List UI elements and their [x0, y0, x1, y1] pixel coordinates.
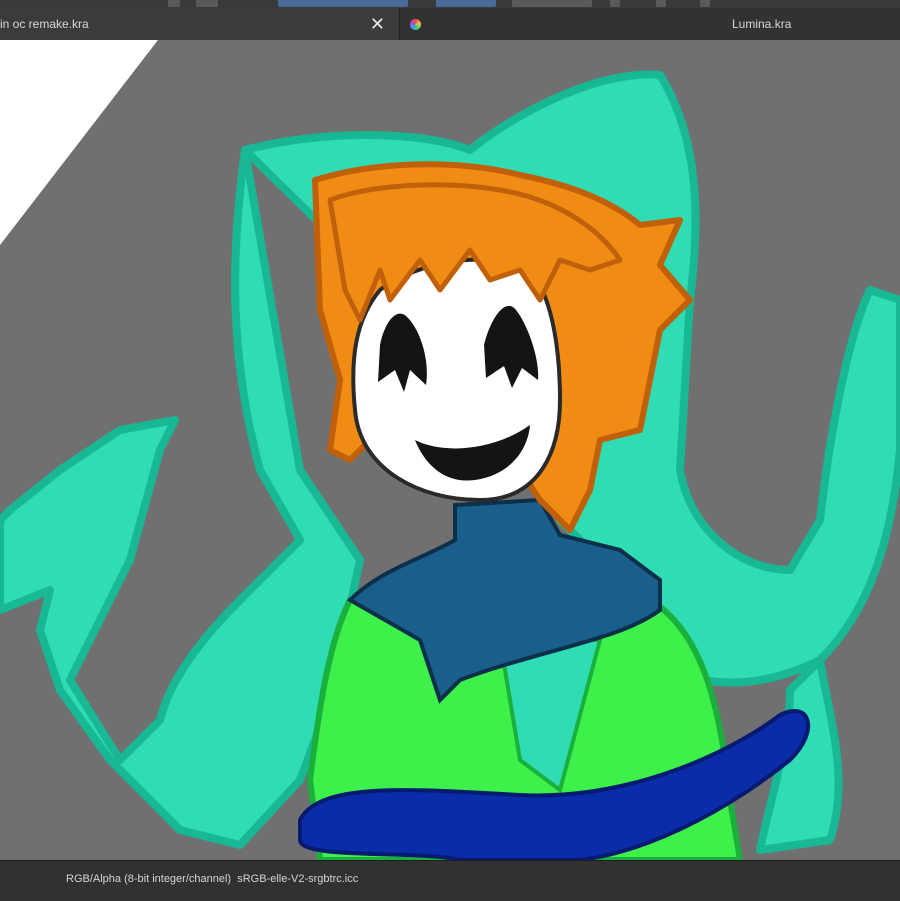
- tab-in-oc-remake[interactable]: in oc remake.kra ✕: [0, 8, 400, 40]
- toolbar-button[interactable]: [656, 0, 666, 7]
- toolbar-button[interactable]: [436, 0, 496, 7]
- tab-lumina[interactable]: Lumina.kra: [400, 8, 900, 40]
- toolbar-button[interactable]: [168, 0, 180, 7]
- krita-document-icon: [410, 19, 421, 30]
- status-bar: RGB/Alpha (8-bit integer/channel) sRGB-e…: [0, 860, 900, 901]
- toolbar-button[interactable]: [196, 0, 218, 7]
- color-space-label: RGB/Alpha (8-bit integer/channel) sRGB-e…: [66, 873, 359, 885]
- canvas[interactable]: [0, 40, 900, 860]
- close-icon[interactable]: ✕: [370, 8, 385, 40]
- tab-label: Lumina.kra: [732, 17, 792, 31]
- toolbar-button[interactable]: [278, 0, 408, 7]
- tab-label: in oc remake.kra: [0, 17, 89, 31]
- toolbar-button[interactable]: [512, 0, 592, 7]
- document-tab-bar: in oc remake.kra ✕ Lumina.kra: [0, 8, 900, 41]
- artwork: [0, 40, 900, 860]
- toolbar-button[interactable]: [700, 0, 710, 7]
- toolbar-strip: [0, 0, 900, 8]
- toolbar-button[interactable]: [610, 0, 620, 7]
